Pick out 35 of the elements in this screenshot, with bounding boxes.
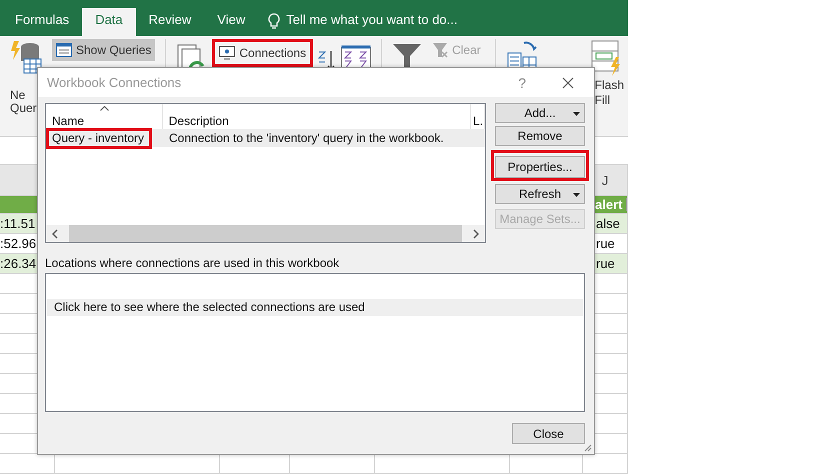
table-cell-text: Connection to the 'inventory' query in the workbook. [168, 130, 445, 147]
table-icon [56, 43, 72, 57]
dialog-button[interactable]: Remove [495, 126, 585, 146]
tell-me-field[interactable]: Tell me what you want to do... [286, 8, 458, 36]
table-cell-text: Query - inventory [51, 130, 146, 147]
close-button[interactable]: Close [512, 423, 585, 444]
ribbon-tab[interactable]: View [204, 8, 258, 36]
close-icon[interactable] [562, 76, 574, 88]
clear-filter-icon [432, 42, 448, 58]
sort-caret-icon [100, 106, 109, 111]
dropdown-arrow-icon [573, 112, 580, 116]
resize-grip-icon [582, 442, 592, 452]
connection-row[interactable]: Query - inventory Connection to the 'inventory' query in the workbook. [46, 129, 485, 147]
show-queries-button[interactable]: Show Queries [52, 39, 156, 61]
connections-button[interactable]: Connections [215, 42, 310, 64]
ribbon-label: Fill [594, 94, 610, 107]
dialog-button[interactable]: Properties... [495, 156, 585, 178]
lightbulb-icon [268, 13, 280, 29]
horizontal-scrollbar[interactable] [46, 225, 485, 242]
ribbon-tab[interactable]: Data [82, 8, 136, 36]
scroll-right-icon [472, 228, 480, 238]
dialog-button[interactable]: Refresh [495, 184, 585, 204]
ribbon-label: Ne [10, 89, 26, 102]
monitor-icon [219, 46, 236, 60]
ribbon-label: Flash [594, 79, 624, 92]
dialog-title: Workbook Connections [47, 75, 182, 90]
locations-hint-row[interactable]: Click here to see where the selected connections are used [47, 299, 583, 316]
ribbon-label: Quer [10, 102, 37, 115]
ribbon-tab[interactable]: Review [136, 8, 204, 36]
ribbon-tab[interactable]: Formulas [2, 8, 82, 36]
column-heading: alert [595, 196, 622, 213]
scroll-left-icon [51, 228, 59, 238]
help-button[interactable]: ? [518, 74, 526, 90]
dialog-button[interactable]: Add... [495, 103, 585, 123]
dropdown-arrow-icon [573, 193, 580, 197]
